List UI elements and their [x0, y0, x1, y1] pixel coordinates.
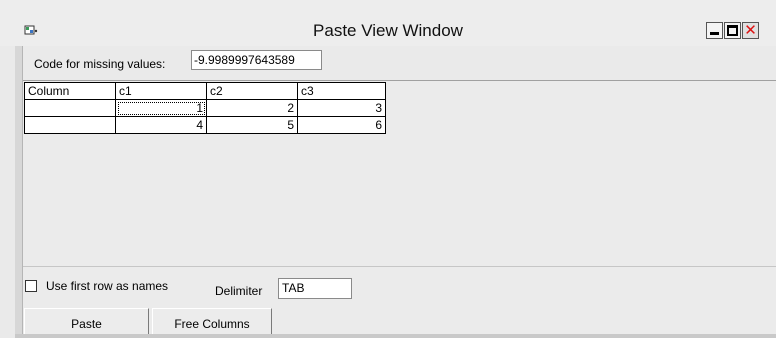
minimize-button[interactable] [706, 22, 723, 39]
paste-button[interactable]: Paste [24, 308, 149, 336]
maximize-icon [727, 25, 738, 36]
data-grid: Column c1 c2 c3 1 2 3 4 5 6 [24, 82, 386, 134]
title-bar[interactable]: Paste View Window ✕ [0, 0, 776, 46]
window-title: Paste View Window [313, 21, 463, 40]
delimiter-input[interactable]: TAB [278, 278, 352, 299]
close-icon: ✕ [744, 22, 757, 39]
grid-header-cell: Column [24, 82, 116, 100]
use-first-row-checkbox[interactable] [25, 280, 37, 292]
maximize-button[interactable] [724, 22, 741, 39]
table-row: 1 2 3 [24, 99, 386, 117]
close-button[interactable]: ✕ [742, 22, 759, 39]
grid-cell[interactable]: 5 [206, 116, 298, 134]
grid-cell[interactable]: 4 [115, 116, 207, 134]
grid-header-cell[interactable]: c1 [115, 82, 207, 100]
left-frame [15, 46, 23, 338]
grid-row-header [24, 116, 116, 134]
grid-cell[interactable]: 2 [206, 99, 298, 117]
free-columns-button[interactable]: Free Columns [152, 308, 272, 336]
delimiter-label: Delimiter [215, 284, 263, 298]
missing-values-label: Code for missing values: [34, 57, 166, 71]
paste-view-window: Paste View Window ✕ Code for missing val… [0, 0, 776, 338]
table-row: 4 5 6 [24, 116, 386, 134]
missing-values-input[interactable]: -9.9989997643589 [191, 50, 322, 70]
bottom-frame [15, 334, 776, 338]
grid-cell[interactable]: 3 [297, 99, 386, 117]
use-first-row-label[interactable]: Use first row as names [46, 279, 168, 293]
minimize-icon [710, 32, 719, 35]
grid-cell[interactable]: 6 [297, 116, 386, 134]
grid-row-header [24, 99, 116, 117]
grid-cell[interactable]: 1 [115, 99, 207, 117]
grid-header-row: Column c1 c2 c3 [24, 82, 386, 100]
grid-header-cell[interactable]: c3 [297, 82, 386, 100]
grid-header-cell[interactable]: c2 [206, 82, 298, 100]
